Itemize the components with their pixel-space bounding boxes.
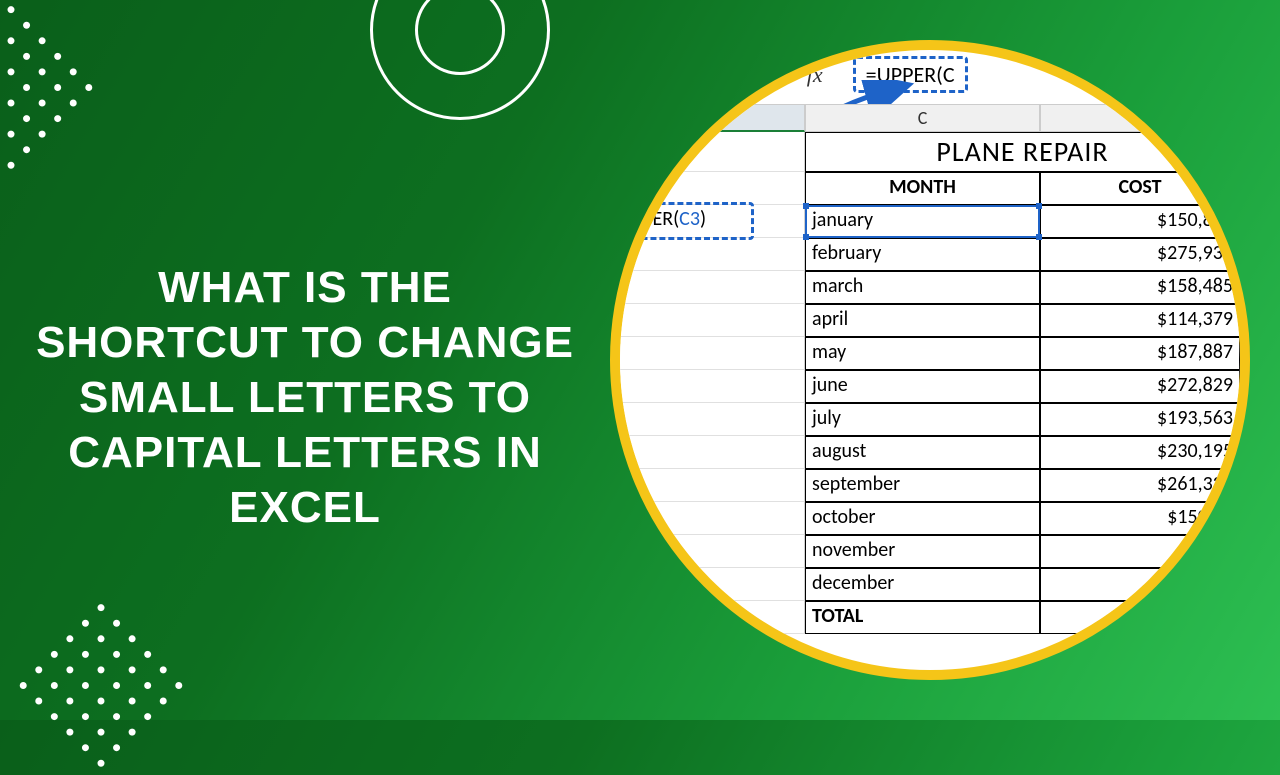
cell-empty[interactable] <box>610 370 805 403</box>
deco-dots-top <box>0 5 97 178</box>
table-row: october $150,72 <box>610 502 1240 535</box>
cell-empty[interactable] <box>610 238 805 271</box>
cell-month[interactable]: march <box>805 271 1040 304</box>
table-row: april $114,379 <box>610 304 1240 337</box>
formula-ref: C3 <box>679 207 700 231</box>
cell-month[interactable]: november <box>805 535 1040 568</box>
cell-empty[interactable] <box>610 403 805 436</box>
spreadsheet: PLANE REPAIR MONTH COST =UPPER(C3) janua… <box>610 132 1240 634</box>
cell-cost[interactable]: $275,931 <box>1040 238 1240 271</box>
table-header-row: MONTH COST <box>610 172 1240 205</box>
cell-month[interactable]: april <box>805 304 1040 337</box>
table-row: =UPPER(C3) january $150,878 <box>610 205 1240 238</box>
header-month[interactable]: MONTH <box>805 172 1040 205</box>
table-row: may $187,887 <box>610 337 1240 370</box>
cell-cost[interactable]: $230,195 <box>1040 436 1240 469</box>
cell-month[interactable]: january <box>805 205 1040 238</box>
col-header-d[interactable]: D <box>1040 104 1240 132</box>
table-row: march $158,485 <box>610 271 1240 304</box>
table-row: august $230,195 <box>610 436 1240 469</box>
cell-cost[interactable]: $158,485 <box>1040 271 1240 304</box>
cell-empty[interactable] <box>610 271 805 304</box>
column-headers: B C D <box>610 104 1240 132</box>
cell-total-value[interactable] <box>1040 601 1240 634</box>
cell-empty[interactable] <box>610 601 805 634</box>
col-header-b[interactable]: B <box>610 104 805 132</box>
cell-cost[interactable]: $187,887 <box>1040 337 1240 370</box>
table-row: june $272,829 <box>610 370 1240 403</box>
table-title-row: PLANE REPAIR <box>610 132 1240 172</box>
cell-value: january <box>812 208 873 232</box>
cell-cost[interactable]: $150,878 <box>1040 205 1240 238</box>
cell-cost[interactable]: $272,829 <box>1040 370 1240 403</box>
cell-month[interactable]: june <box>805 370 1040 403</box>
table-total-row: TOTAL <box>610 601 1240 634</box>
cell-total-label[interactable]: TOTAL <box>805 601 1040 634</box>
table-row: september $261,327 <box>610 469 1240 502</box>
cell-cost[interactable]: $193,563 <box>1040 403 1240 436</box>
cell-empty[interactable] <box>610 337 805 370</box>
cell-empty[interactable] <box>610 535 805 568</box>
formula-prefix: =UPPER( <box>610 207 679 231</box>
formula-bar: ✓ fx =UPPER(C <box>760 56 968 93</box>
table-row: july $193,563 <box>610 403 1240 436</box>
excel-screenshot-frame: ✓ fx =UPPER(C B C D <box>610 40 1250 680</box>
table-title[interactable]: PLANE REPAIR <box>805 132 1240 172</box>
cell-month[interactable]: july <box>805 403 1040 436</box>
cell-month[interactable]: december <box>805 568 1040 601</box>
cell-cost[interactable]: $ <box>1040 568 1240 601</box>
checkmark-icon[interactable]: ✓ <box>760 62 777 87</box>
col-header-c[interactable]: C <box>805 104 1040 132</box>
cell-month[interactable]: february <box>805 238 1040 271</box>
table-row: december $ <box>610 568 1240 601</box>
table-row: february $275,931 <box>610 238 1240 271</box>
cell-month[interactable]: october <box>805 502 1040 535</box>
cell-empty[interactable] <box>610 568 805 601</box>
cell-empty[interactable] <box>610 304 805 337</box>
header-cost[interactable]: COST <box>1040 172 1240 205</box>
formula-suffix: ) <box>700 207 706 231</box>
cell-month[interactable]: september <box>805 469 1040 502</box>
cell-cost[interactable]: $114,379 <box>1040 304 1240 337</box>
cell-empty[interactable] <box>610 172 805 205</box>
cell-empty[interactable] <box>610 469 805 502</box>
cell-month[interactable]: may <box>805 337 1040 370</box>
formula-bar-input[interactable]: =UPPER(C <box>853 56 968 93</box>
cell-cost[interactable]: $143 <box>1040 535 1240 568</box>
fx-icon[interactable]: fx <box>807 62 823 88</box>
cell-b3-formula[interactable]: =UPPER(C3) <box>610 205 805 238</box>
page-title: WHAT IS THE SHORTCUT TO CHANGE SMALL LET… <box>35 260 575 535</box>
deco-dots-bottom <box>15 603 188 775</box>
cell-cost[interactable]: $261,327 <box>1040 469 1240 502</box>
cell-month[interactable]: august <box>805 436 1040 469</box>
cell-empty[interactable] <box>610 502 805 535</box>
table-row: november $143 <box>610 535 1240 568</box>
cell-cost[interactable]: $150,72 <box>1040 502 1240 535</box>
cell-empty[interactable] <box>610 436 805 469</box>
cell-empty[interactable] <box>610 132 805 172</box>
